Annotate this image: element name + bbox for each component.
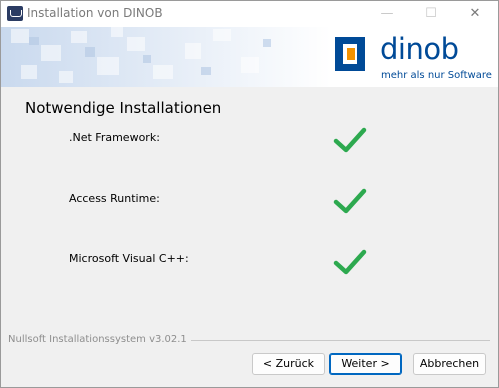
installer-app-icon — [7, 6, 23, 21]
next-button[interactable]: Weiter > — [329, 353, 402, 375]
title-bar: Installation von DINOB — ☐ ✕ — [1, 1, 498, 27]
dinob-logo-mark — [335, 37, 365, 71]
maximize-button[interactable]: ☐ — [409, 1, 453, 27]
back-button[interactable]: < Zurück — [252, 353, 325, 375]
window-title: Installation von DINOB — [27, 6, 163, 20]
footer-divider — [187, 340, 490, 341]
requirement-label-access: Access Runtime: — [69, 192, 160, 205]
cancel-button[interactable]: Abbrechen — [413, 353, 486, 375]
logo-wordmark: dinob — [380, 32, 459, 66]
requirement-label-dotnet: .Net Framework: — [69, 131, 160, 144]
checkmark-icon — [333, 249, 367, 275]
installer-window: Installation von DINOB — ☐ ✕ dinob mehr … — [0, 0, 499, 388]
checkmark-icon — [333, 127, 367, 153]
logo-tagline: mehr als nur Software — [381, 70, 492, 81]
banner-mosaic — [1, 27, 331, 87]
checkmark-icon — [333, 188, 367, 214]
page-title: Notwendige Installationen — [25, 99, 222, 117]
installer-branding: Nullsoft Installationssystem v3.02.1 — [8, 334, 191, 345]
requirement-label-vcpp: Microsoft Visual C++: — [69, 252, 189, 265]
minimize-button[interactable]: — — [365, 1, 409, 27]
header-banner: dinob mehr als nur Software — [1, 27, 498, 87]
close-button[interactable]: ✕ — [453, 1, 497, 27]
